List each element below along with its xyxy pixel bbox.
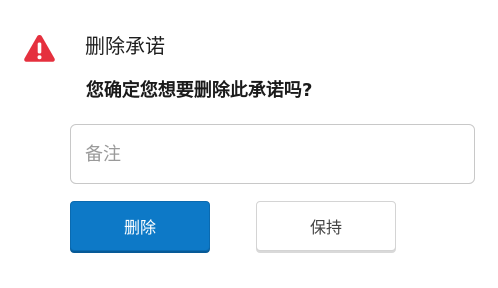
confirmation-question: 您确定您想要删除此承诺吗?: [86, 80, 313, 101]
note-input[interactable]: [70, 124, 475, 184]
warning-triangle-icon: [24, 35, 55, 62]
keep-button[interactable]: 保持: [256, 201, 396, 251]
delete-commitment-dialog: 删除承诺 您确定您想要删除此承诺吗? 删除 保持: [0, 0, 498, 288]
delete-button[interactable]: 删除: [70, 201, 210, 251]
dialog-title: 删除承诺: [85, 34, 165, 58]
